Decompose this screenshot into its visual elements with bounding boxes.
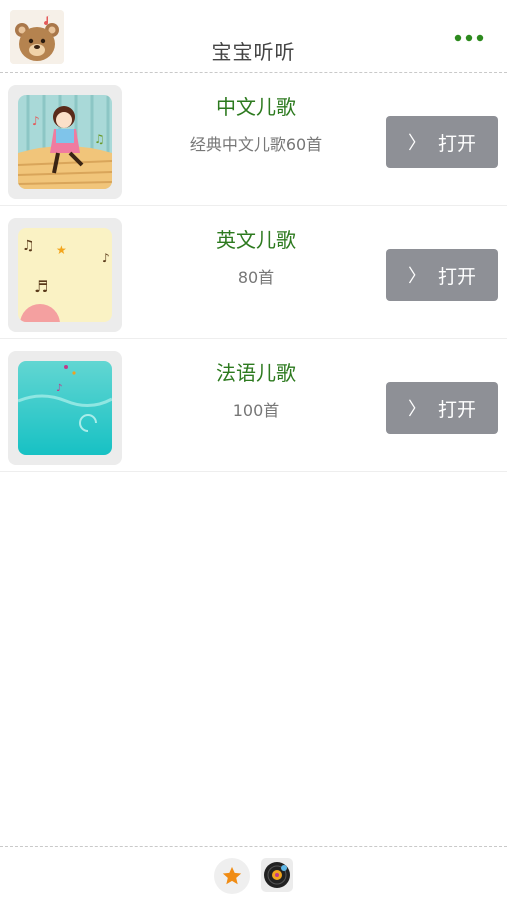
- song-category-title: 法语儿歌: [216, 361, 296, 385]
- svg-text:♫: ♫: [22, 238, 35, 254]
- song-category-title: 英文儿歌: [216, 228, 296, 252]
- open-button-label: 打开: [437, 398, 476, 421]
- bottom-bar: [0, 846, 507, 900]
- svg-text:♪: ♪: [32, 114, 40, 128]
- aqua-waves-thumbnail: ♪: [18, 361, 112, 455]
- open-button-label: 打开: [437, 132, 476, 155]
- chevron-right-icon: 〉: [407, 399, 426, 420]
- more-dots-icon[interactable]: [446, 26, 492, 50]
- chevron-right-icon: 〉: [407, 133, 426, 154]
- open-button[interactable]: 〉 打开: [386, 249, 498, 301]
- song-count: 80首: [237, 268, 275, 287]
- list-item: ♫ ★ ♪ ♬ 英文儿歌 80首 〉 打开: [0, 206, 507, 339]
- open-button[interactable]: 〉 打开: [386, 382, 498, 434]
- svg-text:♬: ♬: [34, 277, 48, 296]
- app-page: 宝宝听听 ♪ ♫ 中文儿歌 经典中文儿歌60首 〉 打开 ♫ ★ ♪ ♬ 英文儿…: [0, 0, 507, 900]
- chevron-right-icon: 〉: [407, 266, 426, 287]
- song-category-title: 中文儿歌: [216, 95, 296, 119]
- open-button[interactable]: 〉 打开: [386, 116, 498, 168]
- page-title: 宝宝听听: [211, 40, 296, 64]
- star-icon[interactable]: [214, 858, 250, 894]
- thumbnail-frame: ♫ ★ ♪ ♬: [8, 218, 122, 332]
- music-notes-thumbnail: ♫ ★ ♪ ♬: [18, 228, 112, 322]
- svg-text:♪: ♪: [102, 251, 110, 265]
- song-count: 经典中文儿歌60首: [189, 135, 323, 154]
- song-count: 100首: [232, 401, 280, 420]
- svg-text:♪: ♪: [56, 383, 62, 394]
- header-bar: 宝宝听听: [0, 0, 507, 73]
- thumbnail-frame: ♪: [8, 351, 122, 465]
- svg-text:♫: ♫: [94, 132, 105, 146]
- thumbnail-frame: ♪ ♫: [8, 85, 122, 199]
- vinyl-disc-icon[interactable]: [261, 858, 293, 892]
- svg-text:★: ★: [56, 243, 67, 257]
- list-item: ♪ ♫ 中文儿歌 经典中文儿歌60首 〉 打开: [0, 73, 507, 206]
- dancing-girl-thumbnail: ♪ ♫: [18, 95, 112, 189]
- open-button-label: 打开: [437, 265, 476, 288]
- list-item: ♪ 法语儿歌 100首 〉 打开: [0, 339, 507, 472]
